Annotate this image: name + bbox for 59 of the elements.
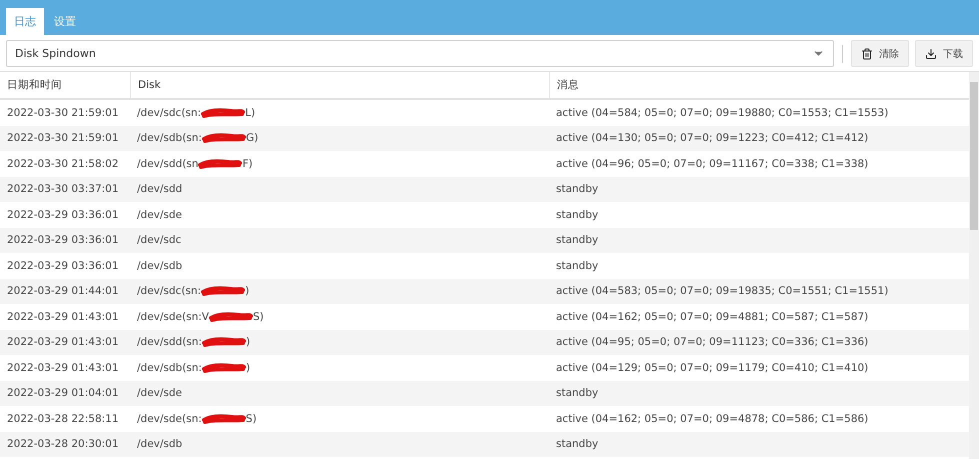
table-cell-text: active (04=162; 05=0; 07=0; 09=4881; C0=587; C1=587) [555,310,870,325]
disk-text: /dev/sdd(sn [137,158,198,170]
table-cell-text: standby [555,182,600,198]
disk-text: ) [246,362,250,374]
disk-text: /dev/sde(sn:V [137,310,209,323]
table-cell-text: active (04=130; 05=0; 07=0; 09=1223; C0=412; C1=412) [555,131,870,146]
table-cell-text: 2022-03-30 03:37:01 [6,182,120,198]
disk-text: S) [252,310,264,323]
table-cell-text: standby [555,208,600,223]
log-select[interactable]: Disk Spindown [6,40,834,67]
disk-text: L) [245,106,256,119]
table-cell-text: active (04=583; 05=0; 07=0; 09=19835; C0=1551; C1=1551) [555,284,890,300]
disk-text: /dev/sdc(sn: [137,285,202,298]
column-header[interactable]: Disk [130,72,549,98]
table-cell-text: standby [555,386,600,402]
table-cell-text: 2022-03-29 03:36:01 [6,258,120,274]
table-cell-text: 2022-03-29 01:43:01 [6,360,120,376]
disk-text: S) [246,412,257,425]
table-cell-text: standby [555,258,600,274]
scrollbar[interactable] [969,72,979,459]
disk-text: /dev/sde [137,387,182,400]
table-cell-text: 2022-03-30 21:58:02 [6,156,120,172]
disk-text: /dev/sdc(sn: [137,106,202,119]
disk-text: F) [242,158,253,170]
table-cell-text: 2022-03-29 01:04:01 [6,386,120,402]
table-cell-text: standby [555,437,600,452]
table-cell-text: 2022-03-29 03:36:01 [6,233,120,248]
disk-text: ) [245,285,250,298]
disk-text: ) [246,336,250,348]
table-cell-text: 2022-03-29 01:43:01 [6,335,120,350]
column-header[interactable]: 日期和时间 [0,72,130,98]
table-cell-text: 2022-03-30 21:59:01 [6,106,120,121]
disk-text: /dev/sdb [137,438,182,450]
disk-text: /dev/sdd(sn: [137,336,202,348]
table-cell-text: 2022-03-29 03:36:01 [6,208,120,223]
table-cell-text: standby [555,233,600,248]
disk-text: /dev/sde [137,208,182,221]
download-icon [925,48,937,60]
clear-button[interactable]: 清除 [851,40,909,67]
disk-text: /dev/sde(sn: [137,412,202,425]
table-cell-text: 2022-03-29 01:44:01 [6,284,120,300]
download-button[interactable]: 下载 [915,40,973,67]
table-cell-text: active (04=96; 05=0; 07=0; 09=11167; C0=338; C1=338) [555,156,870,172]
table-cell-text: active (04=584; 05=0; 07=0; 09=19880; C0=1553; C1=1553) [555,106,890,121]
table-cell-text: 2022-03-28 20:30:01 [6,437,120,452]
table-cell-text: 2022-03-29 01:43:01 [6,310,120,325]
select-value: Disk Spindown [15,47,96,60]
disk-text: /dev/sdb [137,260,182,272]
trash-icon [861,48,873,60]
disk-text: /dev/sdd [137,183,182,196]
disk-text: /dev/sdb(sn: [137,132,202,144]
disk-text: /dev/sdc [137,234,182,246]
table-cell-text: 2022-03-30 21:59:01 [6,131,120,146]
table-cell-text: 2022-03-28 22:58:11 [6,412,120,427]
disk-text: G) [246,132,258,144]
disk-text: /dev/sdb(sn: [137,362,202,374]
table-cell-text: active (04=129; 05=0; 07=0; 09=1179; C0=410; C1=410) [555,360,870,376]
table-cell-text: active (04=95; 05=0; 07=0; 09=11123; C0=336; C1=336) [555,335,870,350]
table-cell-text: active (04=162; 05=0; 07=0; 09=4878; C0=586; C1=586) [555,412,870,427]
